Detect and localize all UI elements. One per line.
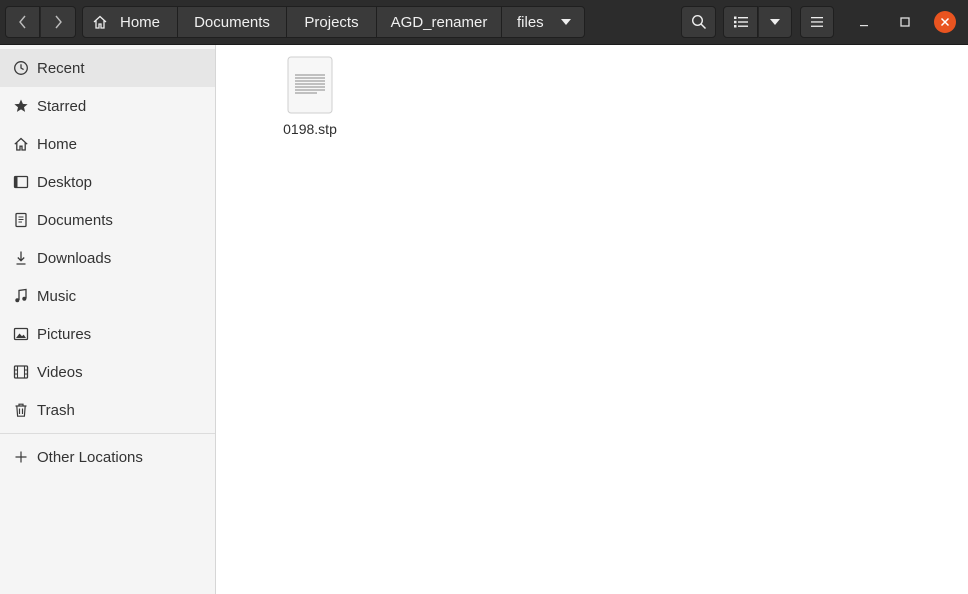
breadcrumb-agd-renamer[interactable]: AGD_renamer	[377, 6, 502, 38]
maximize-icon	[900, 17, 910, 27]
sidebar-item-music[interactable]: Music	[0, 277, 215, 315]
breadcrumb-projects[interactable]: Projects	[287, 6, 377, 38]
download-icon	[12, 249, 30, 267]
back-button[interactable]	[5, 6, 40, 38]
breadcrumb: Home Documents Projects AGD_renamer file…	[82, 6, 585, 38]
search-icon	[691, 14, 706, 30]
maximize-button[interactable]	[894, 11, 916, 33]
sidebar-item-documents[interactable]: Documents	[0, 201, 215, 239]
forward-button[interactable]	[40, 6, 76, 38]
close-icon	[940, 17, 950, 27]
sidebar-item-desktop[interactable]: Desktop	[0, 163, 215, 201]
view-list-button[interactable]	[723, 6, 758, 38]
music-note-icon	[12, 287, 30, 305]
film-icon	[12, 363, 30, 381]
sidebar-item-home[interactable]: Home	[0, 125, 215, 163]
sidebar-item-label: Trash	[37, 401, 75, 419]
chevron-right-icon	[55, 15, 62, 29]
sidebar-item-downloads[interactable]: Downloads	[0, 239, 215, 277]
sidebar-item-label: Videos	[37, 363, 83, 381]
breadcrumb-files[interactable]: files	[502, 6, 585, 38]
hamburger-menu-icon	[811, 17, 823, 27]
sidebar-item-recent[interactable]: Recent	[0, 49, 215, 87]
sidebar-item-pictures[interactable]: Pictures	[0, 315, 215, 353]
breadcrumb-label: Projects	[304, 13, 359, 31]
sidebar-item-label: Pictures	[37, 325, 92, 343]
view-options-button[interactable]	[758, 6, 792, 38]
breadcrumb-documents[interactable]: Documents	[178, 6, 287, 38]
close-button[interactable]	[934, 11, 956, 33]
file-item[interactable]: 0198.stp	[276, 56, 344, 137]
list-view-icon	[733, 16, 748, 28]
document-icon	[12, 211, 30, 229]
sidebar-item-label: Music	[37, 287, 77, 305]
desktop-icon	[12, 173, 30, 191]
sidebar-item-label: Home	[37, 135, 78, 153]
home-icon	[12, 135, 30, 153]
clock-icon	[12, 59, 30, 77]
caret-down-icon[interactable]	[560, 19, 571, 25]
breadcrumb-label: files	[517, 13, 544, 31]
breadcrumb-home[interactable]: Home	[82, 6, 178, 38]
plus-icon	[12, 448, 30, 466]
search-button[interactable]	[681, 6, 716, 38]
file-name: 0198.stp	[283, 121, 337, 137]
sidebar-item-starred[interactable]: Starred	[0, 87, 215, 125]
sidebar-item-trash[interactable]: Trash	[0, 391, 215, 429]
sidebar: Recent Starred Home Desktop Documents Do…	[0, 45, 216, 594]
chevron-left-icon	[18, 15, 26, 29]
sidebar-item-other-locations[interactable]: Other Locations	[0, 438, 215, 476]
sidebar-item-label: Desktop	[37, 173, 93, 191]
text-file-icon	[287, 56, 333, 114]
caret-down-icon	[770, 19, 780, 25]
breadcrumb-label: Home	[120, 13, 161, 31]
file-view[interactable]: 0198.stp	[216, 45, 968, 594]
sidebar-item-label: Recent	[37, 59, 85, 77]
trash-icon	[12, 401, 30, 419]
main-menu-button[interactable]	[800, 6, 834, 38]
breadcrumb-label: AGD_renamer	[390, 13, 488, 31]
home-icon	[93, 15, 107, 29]
sidebar-item-label: Other Locations	[37, 448, 143, 466]
sidebar-item-label: Starred	[37, 97, 87, 115]
star-icon	[12, 97, 30, 115]
breadcrumb-label: Documents	[194, 13, 270, 31]
sidebar-item-videos[interactable]: Videos	[0, 353, 215, 391]
minimize-icon	[860, 25, 868, 27]
sidebar-item-label: Downloads	[37, 249, 112, 267]
sidebar-item-label: Documents	[37, 211, 113, 229]
header-bar: Home Documents Projects AGD_renamer file…	[0, 0, 968, 45]
sidebar-divider	[0, 433, 215, 434]
picture-icon	[12, 325, 30, 343]
minimize-button[interactable]	[853, 11, 875, 33]
